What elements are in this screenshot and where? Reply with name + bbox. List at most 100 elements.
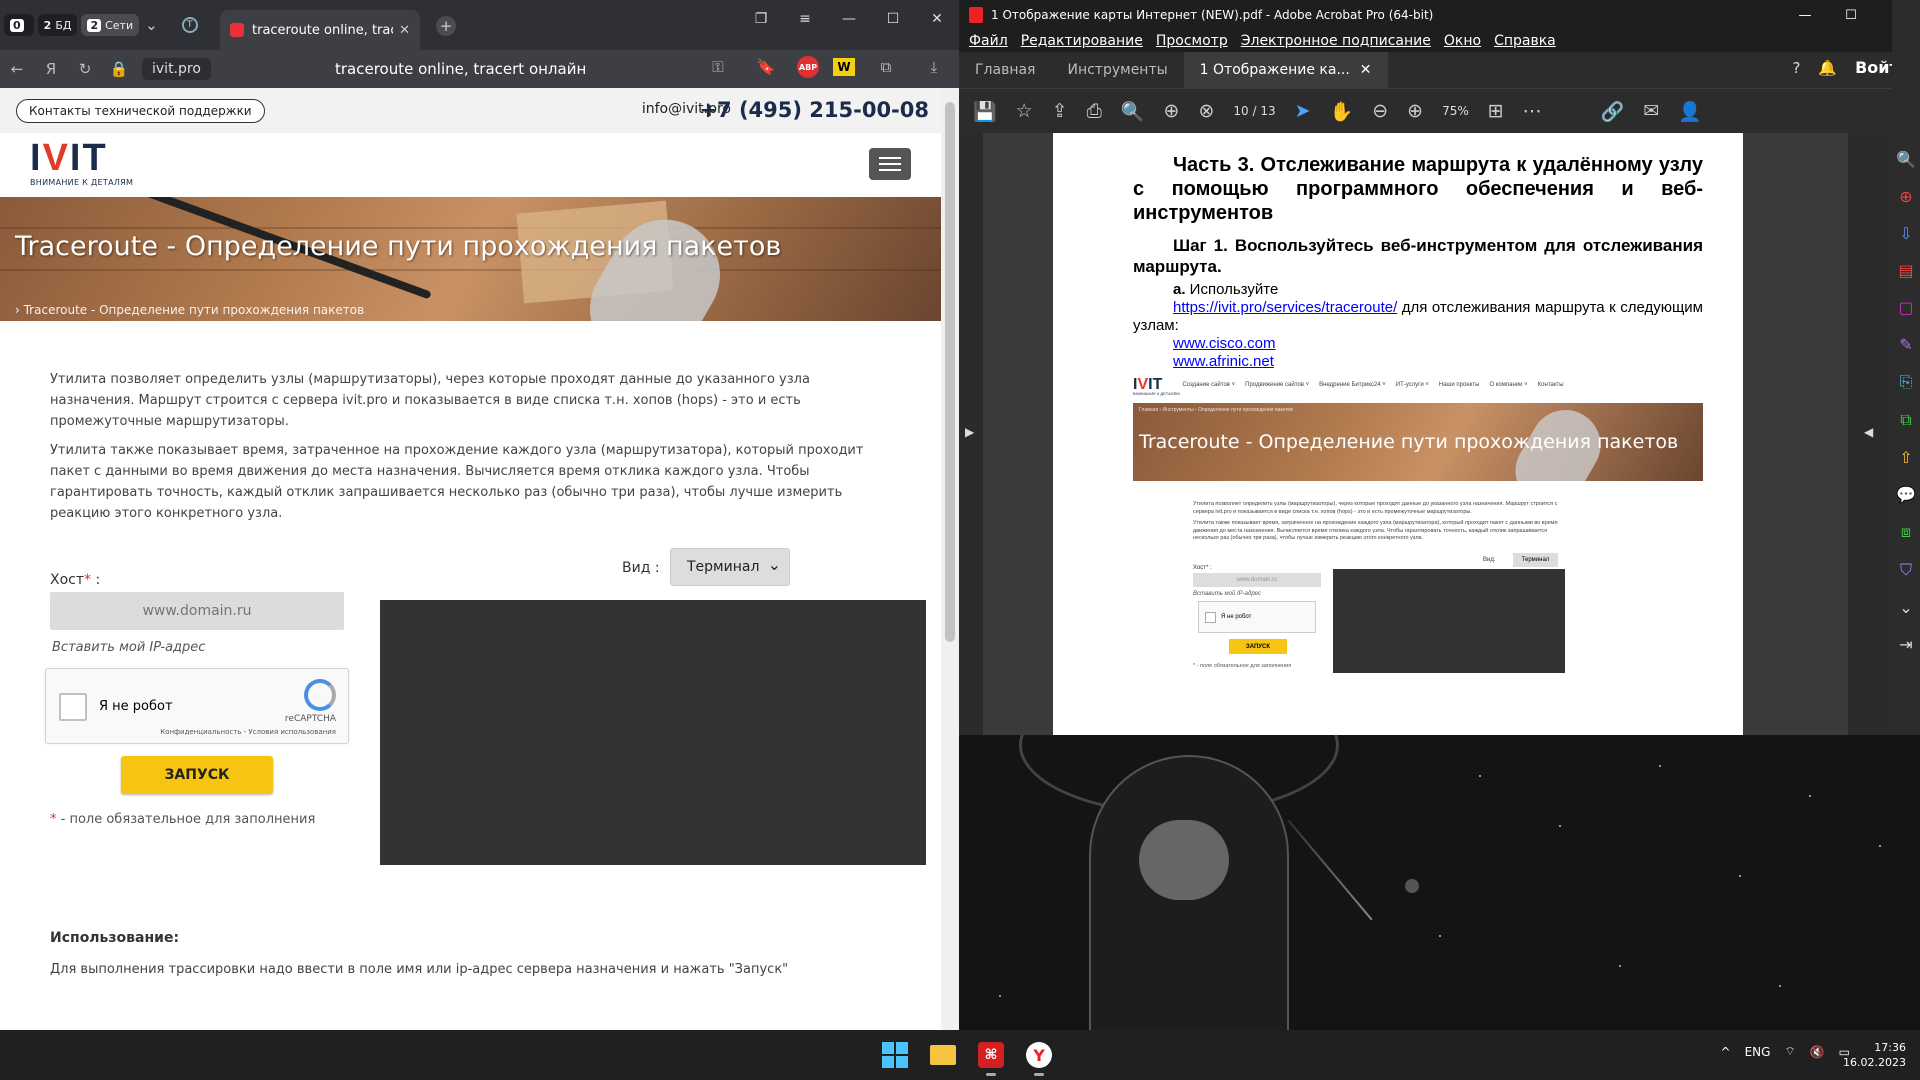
acrobat-minimize-button[interactable]: — bbox=[1782, 0, 1828, 30]
menu-esign[interactable]: Электронное подписание bbox=[1241, 33, 1431, 49]
menu-icon[interactable]: ≡ bbox=[783, 0, 827, 38]
chevron-down-icon[interactable]: ⌄ bbox=[145, 16, 158, 34]
save-icon[interactable]: 💾 bbox=[973, 100, 997, 123]
star-icon[interactable]: ☆ bbox=[1016, 100, 1033, 122]
phone-link[interactable]: +7 (495) 215-00-08 bbox=[699, 98, 929, 122]
organize-pages-icon[interactable]: ▤ bbox=[1898, 261, 1913, 280]
zoom-search-icon[interactable]: 🔍 bbox=[1896, 150, 1916, 169]
language-indicator[interactable]: ENG bbox=[1745, 1045, 1771, 1059]
tray-chevron-icon[interactable]: ^ bbox=[1721, 1045, 1731, 1059]
wifi-icon[interactable]: ⌔ bbox=[1784, 1044, 1795, 1059]
tab-group-pill-bd[interactable]: 2 БД bbox=[37, 14, 78, 36]
comment-icon[interactable]: 💬 bbox=[1896, 485, 1916, 504]
minimize-button[interactable]: — bbox=[827, 0, 871, 38]
pdf-canvas: Часть 3. Отслеживание маршрута к удалённ… bbox=[983, 133, 1865, 735]
menu-view[interactable]: Просмотр bbox=[1156, 33, 1228, 49]
account-search-icon[interactable]: 👤 bbox=[1678, 100, 1702, 123]
next-page-icon[interactable]: ⊗ bbox=[1198, 100, 1214, 122]
support-contacts-button[interactable]: Контакты технической поддержки bbox=[16, 98, 265, 123]
view-select[interactable]: Терминал bbox=[670, 548, 790, 586]
pdf-link-cisco[interactable]: www.cisco.com bbox=[1173, 335, 1276, 352]
menu-edit[interactable]: Редактирование bbox=[1021, 33, 1143, 49]
recaptcha-checkbox[interactable] bbox=[59, 693, 87, 721]
active-browser-tab[interactable]: traceroute online, tracer ✕ bbox=[220, 10, 420, 50]
expand-left-icon[interactable]: ▶ bbox=[965, 425, 974, 439]
expand-right-icon[interactable]: ◀ bbox=[1864, 425, 1873, 439]
download-icon[interactable]: ⤓ bbox=[917, 58, 951, 76]
volume-muted-icon[interactable]: 🔇 bbox=[1810, 1045, 1825, 1059]
pdf-link-traceroute[interactable]: https://ivit.pro/services/traceroute/ bbox=[1173, 299, 1397, 316]
page-title-in-address[interactable]: traceroute online, tracert онлайн bbox=[335, 60, 586, 78]
reader-icon[interactable]: ⧉ bbox=[869, 58, 903, 76]
yandex-icon[interactable]: Я bbox=[34, 60, 68, 78]
chevron-down-icon[interactable]: ⌄ bbox=[1899, 598, 1912, 617]
reload-icon[interactable]: ↻ bbox=[68, 60, 102, 78]
tab-group-pill-0[interactable]: 0 bbox=[4, 14, 34, 36]
fill-sign-icon[interactable]: ✎ bbox=[1899, 335, 1912, 354]
right-panel-toggle[interactable]: ◀ bbox=[1848, 133, 1892, 735]
site-logo[interactable]: IVIT ВНИМАНИЕ К ДЕТАЛЯМ bbox=[30, 138, 133, 187]
bell-icon[interactable]: 🔔 bbox=[1818, 59, 1837, 77]
edit-pdf-icon[interactable]: ▢ bbox=[1898, 298, 1913, 317]
tab-group-pill-seti[interactable]: 2 Сети bbox=[81, 14, 140, 36]
hamburger-menu-button[interactable] bbox=[869, 148, 911, 180]
share-icon[interactable]: ⇧ bbox=[1899, 448, 1912, 467]
search-zoom-icon[interactable]: 🔍 bbox=[1121, 100, 1145, 123]
taskbar-clock[interactable]: 17:36 16.02.2023 bbox=[1843, 1040, 1906, 1070]
bookmarks-panel-icon[interactable]: ❐ bbox=[739, 0, 783, 38]
send-for-signature-icon[interactable]: ⎘ bbox=[1900, 372, 1913, 392]
export-pdf-icon[interactable]: ⇩ bbox=[1899, 224, 1912, 243]
menu-help[interactable]: Справка bbox=[1494, 33, 1556, 49]
zoom-in-icon[interactable]: ⊕ bbox=[1407, 100, 1423, 122]
adblock-icon[interactable]: ABP bbox=[797, 56, 819, 78]
create-pdf-icon[interactable]: ⊕ bbox=[1899, 187, 1912, 206]
close-button[interactable]: ✕ bbox=[915, 0, 959, 38]
page-indicator[interactable]: 10 / 13 bbox=[1233, 104, 1275, 118]
select-cursor-icon[interactable]: ➤ bbox=[1295, 100, 1311, 122]
scan-ocr-icon[interactable]: ⧈ bbox=[1901, 522, 1911, 542]
breadcrumb[interactable]: › Traceroute - Определение пути прохожде… bbox=[15, 303, 364, 317]
extension-w-icon[interactable]: W bbox=[833, 58, 855, 76]
key-icon[interactable]: ⚿ bbox=[701, 58, 735, 76]
prev-page-icon[interactable]: ⊕ bbox=[1164, 100, 1180, 122]
tab-home[interactable]: Главная bbox=[959, 62, 1051, 78]
browser-scrollbar[interactable] bbox=[941, 88, 959, 1030]
pinned-tab-icon[interactable]: T bbox=[181, 17, 198, 33]
acrobat-maximize-button[interactable]: ☐ bbox=[1828, 0, 1874, 30]
compare-files-icon[interactable]: ⧉ bbox=[1900, 410, 1911, 430]
print-icon[interactable]: ⎙ bbox=[1087, 100, 1102, 122]
protect-icon[interactable]: ⛉ bbox=[1900, 560, 1912, 580]
zoom-out-icon[interactable]: ⊖ bbox=[1372, 100, 1388, 122]
back-icon[interactable]: ← bbox=[0, 60, 34, 78]
link-icon[interactable]: 🔗 bbox=[1601, 100, 1625, 123]
menu-file[interactable]: Файл bbox=[969, 33, 1008, 49]
upload-cloud-icon[interactable]: ⇪ bbox=[1052, 100, 1068, 122]
collapse-panel-icon[interactable]: ⇥ bbox=[1899, 635, 1912, 654]
acrobat-taskbar-button[interactable]: ⌘ bbox=[974, 1038, 1008, 1076]
start-button[interactable] bbox=[878, 1038, 912, 1072]
tab-document[interactable]: 1 Отображение ка... ✕ bbox=[1183, 52, 1388, 88]
yandex-taskbar-button[interactable]: Y bbox=[1022, 1038, 1056, 1076]
lock-icon[interactable]: 🔒 bbox=[102, 60, 136, 78]
tab-tools[interactable]: Инструменты bbox=[1051, 62, 1183, 78]
close-doc-tab-icon[interactable]: ✕ bbox=[1360, 62, 1372, 78]
pdf-link-afrinic[interactable]: www.afrinic.net bbox=[1173, 353, 1274, 370]
close-tab-icon[interactable]: ✕ bbox=[399, 23, 410, 38]
zoom-select[interactable]: 75% bbox=[1442, 104, 1469, 118]
more-icon[interactable]: ⋯ bbox=[1523, 100, 1542, 122]
new-tab-button[interactable]: + bbox=[436, 16, 456, 36]
start-button[interactable]: ЗАПУСК bbox=[121, 756, 273, 794]
hand-tool-icon[interactable]: ✋ bbox=[1330, 100, 1354, 123]
bookmark-icon[interactable]: 🔖 bbox=[749, 58, 783, 76]
menu-window[interactable]: Окно bbox=[1444, 33, 1481, 49]
host-input[interactable] bbox=[50, 592, 344, 630]
recaptcha-privacy-links[interactable]: Конфиденциальность - Условия использован… bbox=[160, 728, 336, 736]
insert-my-ip-link[interactable]: Вставить мой IP-адрес bbox=[52, 640, 205, 655]
url-field[interactable]: ivit.pro bbox=[142, 58, 211, 80]
mail-icon[interactable]: ✉ bbox=[1643, 100, 1659, 122]
help-icon[interactable]: ? bbox=[1792, 59, 1800, 77]
fit-page-icon[interactable]: ⊞ bbox=[1488, 100, 1504, 122]
left-panel-toggle[interactable]: ▶ bbox=[959, 133, 983, 735]
maximize-button[interactable]: ☐ bbox=[871, 0, 915, 38]
explorer-button[interactable] bbox=[926, 1038, 960, 1072]
